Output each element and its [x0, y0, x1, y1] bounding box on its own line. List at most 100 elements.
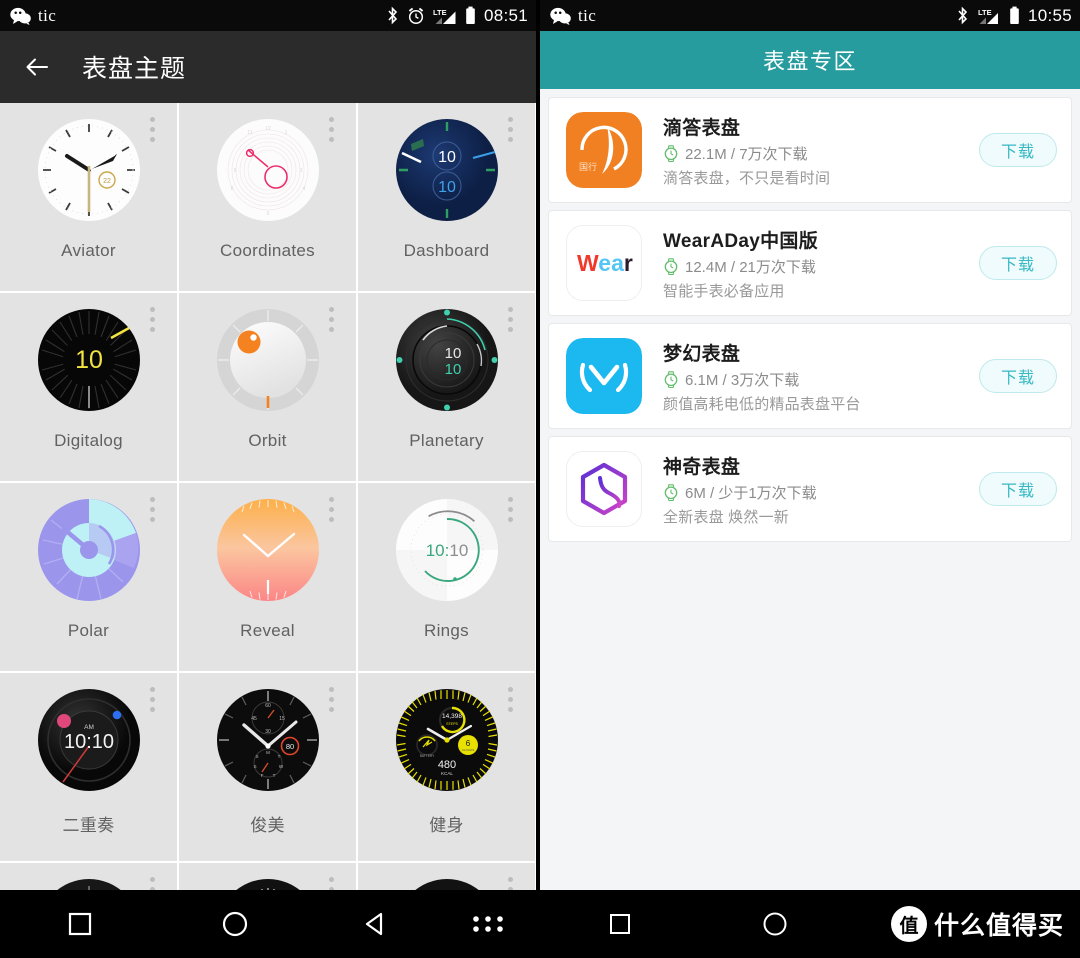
- status-clock: 10:55: [1027, 5, 1072, 25]
- battery-icon: [1009, 6, 1020, 25]
- more-vertical-icon[interactable]: [329, 687, 334, 712]
- svg-text:Wear: Wear: [577, 250, 633, 276]
- watchface-cell-orbit[interactable]: Orbit: [179, 293, 356, 481]
- watchface-label: Planetary: [409, 431, 484, 450]
- watermark-badge: 值: [890, 906, 927, 942]
- more-vertical-icon[interactable]: [508, 307, 513, 332]
- watchface-cell-planetary[interactable]: 10 10 Planetary: [358, 293, 535, 481]
- triangle-back-icon[interactable]: [310, 911, 440, 937]
- app-list-item[interactable]: 神奇表盘 6M / 少于1万次下载 全新表盘 焕然一新 下载: [548, 436, 1072, 542]
- watch-icon: [663, 144, 679, 162]
- app-text-block: 梦幻表盘 6.1M / 3万次下载 颜值高耗电低的精品表盘平台: [663, 339, 979, 414]
- watchface-cell-duet[interactable]: AM 10:10 二重奏: [0, 673, 177, 861]
- download-button[interactable]: 下载: [979, 246, 1057, 280]
- svg-text:10: 10: [438, 149, 456, 166]
- watchface-preview: 14,398 STEPS BATTERY 6 CLOUDS 480 KCAL: [395, 688, 499, 792]
- watchface-grid-scroll[interactable]: 22 Aviator 12 3 6 9 1 11 4 8 Coordinates…: [0, 103, 536, 958]
- svg-text:M: M: [266, 750, 270, 755]
- svg-text:6: 6: [465, 739, 470, 748]
- back-arrow-icon[interactable]: [22, 52, 52, 82]
- svg-text:480: 480: [437, 759, 455, 771]
- svg-text:1: 1: [284, 130, 287, 136]
- svg-text:BATTERY: BATTERY: [419, 754, 434, 758]
- watchface-preview: 10:10: [395, 498, 499, 602]
- magicface-app-icon: [566, 451, 642, 527]
- more-vertical-icon[interactable]: [508, 117, 513, 142]
- svg-text:CLOUDS: CLOUDS: [461, 748, 474, 752]
- svg-text:LTE: LTE: [978, 8, 992, 17]
- watchface-label: Digitalog: [54, 431, 123, 450]
- svg-text:12: 12: [265, 126, 271, 132]
- watchface-cell-coordinates[interactable]: 12 3 69 1 11 48 Coordinates: [179, 103, 356, 291]
- svg-text:S: S: [255, 754, 258, 759]
- more-vertical-icon[interactable]: [508, 497, 513, 522]
- watchface-cell-rings[interactable]: 10:10 Rings: [358, 483, 535, 671]
- watchface-label: Reveal: [240, 621, 295, 640]
- circle-home-icon[interactable]: [160, 910, 310, 938]
- svg-text:22: 22: [103, 178, 111, 185]
- status-left-group: tic: [550, 6, 596, 26]
- dreamface-app-icon: [566, 338, 642, 414]
- more-vertical-icon[interactable]: [150, 497, 155, 522]
- app-size-downloads: 6.1M / 3万次下载: [685, 371, 800, 389]
- app-list-item[interactable]: Wear WearADay中国版 12.4M / 21万次下载 智能手表必备应用…: [548, 210, 1072, 316]
- watchface-cell-reveal[interactable]: Reveal: [179, 483, 356, 671]
- right-phone-screen: tic LTE 10:55 表盘专区 国行 滴答表盘 22.1M / 7万次下载…: [540, 0, 1080, 958]
- app-list: 国行 滴答表盘 22.1M / 7万次下载 滴答表盘，不只是看时间 下载 Wea…: [540, 89, 1080, 542]
- svg-text:14,398: 14,398: [442, 713, 462, 720]
- app-list-item[interactable]: 国行 滴答表盘 22.1M / 7万次下载 滴答表盘，不只是看时间 下载: [548, 97, 1072, 203]
- more-vertical-icon[interactable]: [329, 497, 334, 522]
- app-meta-row: 12.4M / 21万次下载: [663, 256, 979, 277]
- app-description: 颜值高耗电低的精品表盘平台: [663, 395, 861, 413]
- svg-text:10: 10: [75, 346, 103, 374]
- app-list-item[interactable]: 梦幻表盘 6.1M / 3万次下载 颜值高耗电低的精品表盘平台 下载: [548, 323, 1072, 429]
- svg-text:W: W: [278, 764, 283, 769]
- more-vertical-icon[interactable]: [150, 307, 155, 332]
- more-vertical-icon[interactable]: [150, 687, 155, 712]
- right-status-bar: tic LTE 10:55: [540, 0, 1080, 31]
- watchface-cell-handsome[interactable]: 60 15 30 45 MTW TFSS 80 俊美: [179, 673, 356, 861]
- wechat-icon: [550, 7, 571, 25]
- app-description: 全新表盘 焕然一新: [663, 508, 789, 526]
- download-button[interactable]: 下载: [979, 359, 1057, 393]
- circle-home-icon[interactable]: [700, 911, 850, 937]
- watchface-preview: 10 10: [395, 308, 499, 412]
- watchface-cell-aviator[interactable]: 22 Aviator: [0, 103, 177, 291]
- right-navigation-bar: 值 什么值得买: [540, 890, 1080, 958]
- watermark-text: 什么值得买: [933, 912, 1064, 940]
- more-vertical-icon[interactable]: [329, 307, 334, 332]
- watchface-grid: 22 Aviator 12 3 6 9 1 11 4 8 Coordinates…: [0, 103, 536, 958]
- watchface-label: 二重奏: [62, 816, 115, 835]
- app-name: 滴答表盘: [663, 117, 741, 139]
- svg-text:STEPS: STEPS: [446, 722, 458, 726]
- six-dot-menu-icon[interactable]: [440, 913, 536, 935]
- more-vertical-icon[interactable]: [329, 117, 334, 142]
- svg-text:LTE: LTE: [433, 8, 447, 17]
- site-watermark: 值 什么值得买: [890, 906, 1064, 942]
- download-button[interactable]: 下载: [979, 472, 1057, 506]
- app-description: 智能手表必备应用: [663, 282, 785, 300]
- watchface-cell-digitalog[interactable]: 10 Digitalog: [0, 293, 177, 481]
- left-phone-screen: tic LTE 08:51 表盘主题 22 Aviator 12 3 6 9 1…: [0, 0, 536, 958]
- svg-text:8: 8: [230, 186, 233, 192]
- watchface-cell-dashboard[interactable]: 10 10 Dashboard: [358, 103, 535, 291]
- page-title: 表盘主题: [82, 55, 187, 83]
- left-navigation-bar: [0, 890, 536, 958]
- square-recents-icon[interactable]: [540, 912, 700, 936]
- left-app-bar: 表盘主题: [0, 31, 536, 103]
- lte-signal-icon: LTE: [977, 7, 1001, 25]
- download-button[interactable]: 下载: [979, 133, 1057, 167]
- square-recents-icon[interactable]: [0, 911, 160, 937]
- watchface-preview: AM 10:10: [37, 688, 141, 792]
- watchface-preview: 10: [37, 308, 141, 412]
- more-vertical-icon[interactable]: [150, 117, 155, 142]
- watchface-cell-fitness[interactable]: 14,398 STEPS BATTERY 6 CLOUDS 480 KCAL 健…: [358, 673, 535, 861]
- svg-text:T: T: [272, 773, 275, 778]
- more-vertical-icon[interactable]: [508, 687, 513, 712]
- right-app-header: 表盘专区: [540, 31, 1080, 89]
- svg-text:30: 30: [265, 729, 271, 735]
- watchface-cell-polar[interactable]: Polar: [0, 483, 177, 671]
- watch-icon: [663, 370, 679, 388]
- svg-text:11: 11: [247, 130, 252, 136]
- svg-text:KCAL: KCAL: [440, 771, 452, 776]
